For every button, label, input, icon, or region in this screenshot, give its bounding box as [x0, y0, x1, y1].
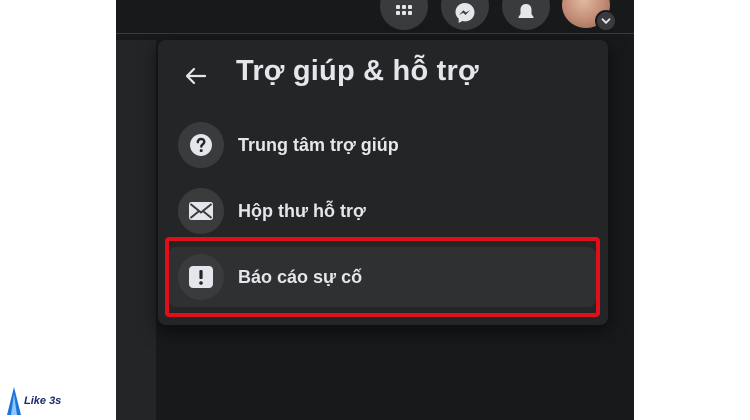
support-inbox-label: Hộp thư hỗ trợ: [238, 200, 366, 221]
chevron-down-icon: [601, 18, 611, 25]
topbar-divider: [116, 33, 634, 34]
back-button[interactable]: [178, 58, 214, 94]
apps-grid-icon: [396, 5, 412, 15]
watermark-text: Like 3s: [24, 395, 62, 407]
help-center-label: Trung tâm trợ giúp: [238, 134, 399, 155]
sail-logo-icon: [7, 387, 21, 415]
watermark-logo: Like 3s: [6, 386, 76, 418]
account-dropdown-button[interactable]: [595, 10, 617, 32]
messenger-button[interactable]: [441, 0, 489, 30]
highlight-box: [165, 237, 600, 317]
bell-icon: [518, 4, 534, 18]
arrow-left-icon: [185, 67, 207, 85]
notifications-button[interactable]: [502, 0, 550, 30]
support-inbox-item[interactable]: Hộp thư hỗ trợ: [168, 181, 596, 241]
facebook-window: Trợ giúp & hỗ trợ Trung tâm trợ giúp Hộp…: [116, 0, 634, 420]
question-icon: [178, 122, 224, 168]
menu-header: Trợ giúp & hỗ trợ: [158, 40, 608, 110]
left-panel: [116, 40, 156, 420]
envelope-icon: [178, 188, 224, 234]
help-center-item[interactable]: Trung tâm trợ giúp: [168, 115, 596, 175]
menu-title: Trợ giúp & hỗ trợ: [236, 55, 479, 87]
menu-button[interactable]: [380, 0, 428, 30]
messenger-icon: [455, 3, 475, 23]
